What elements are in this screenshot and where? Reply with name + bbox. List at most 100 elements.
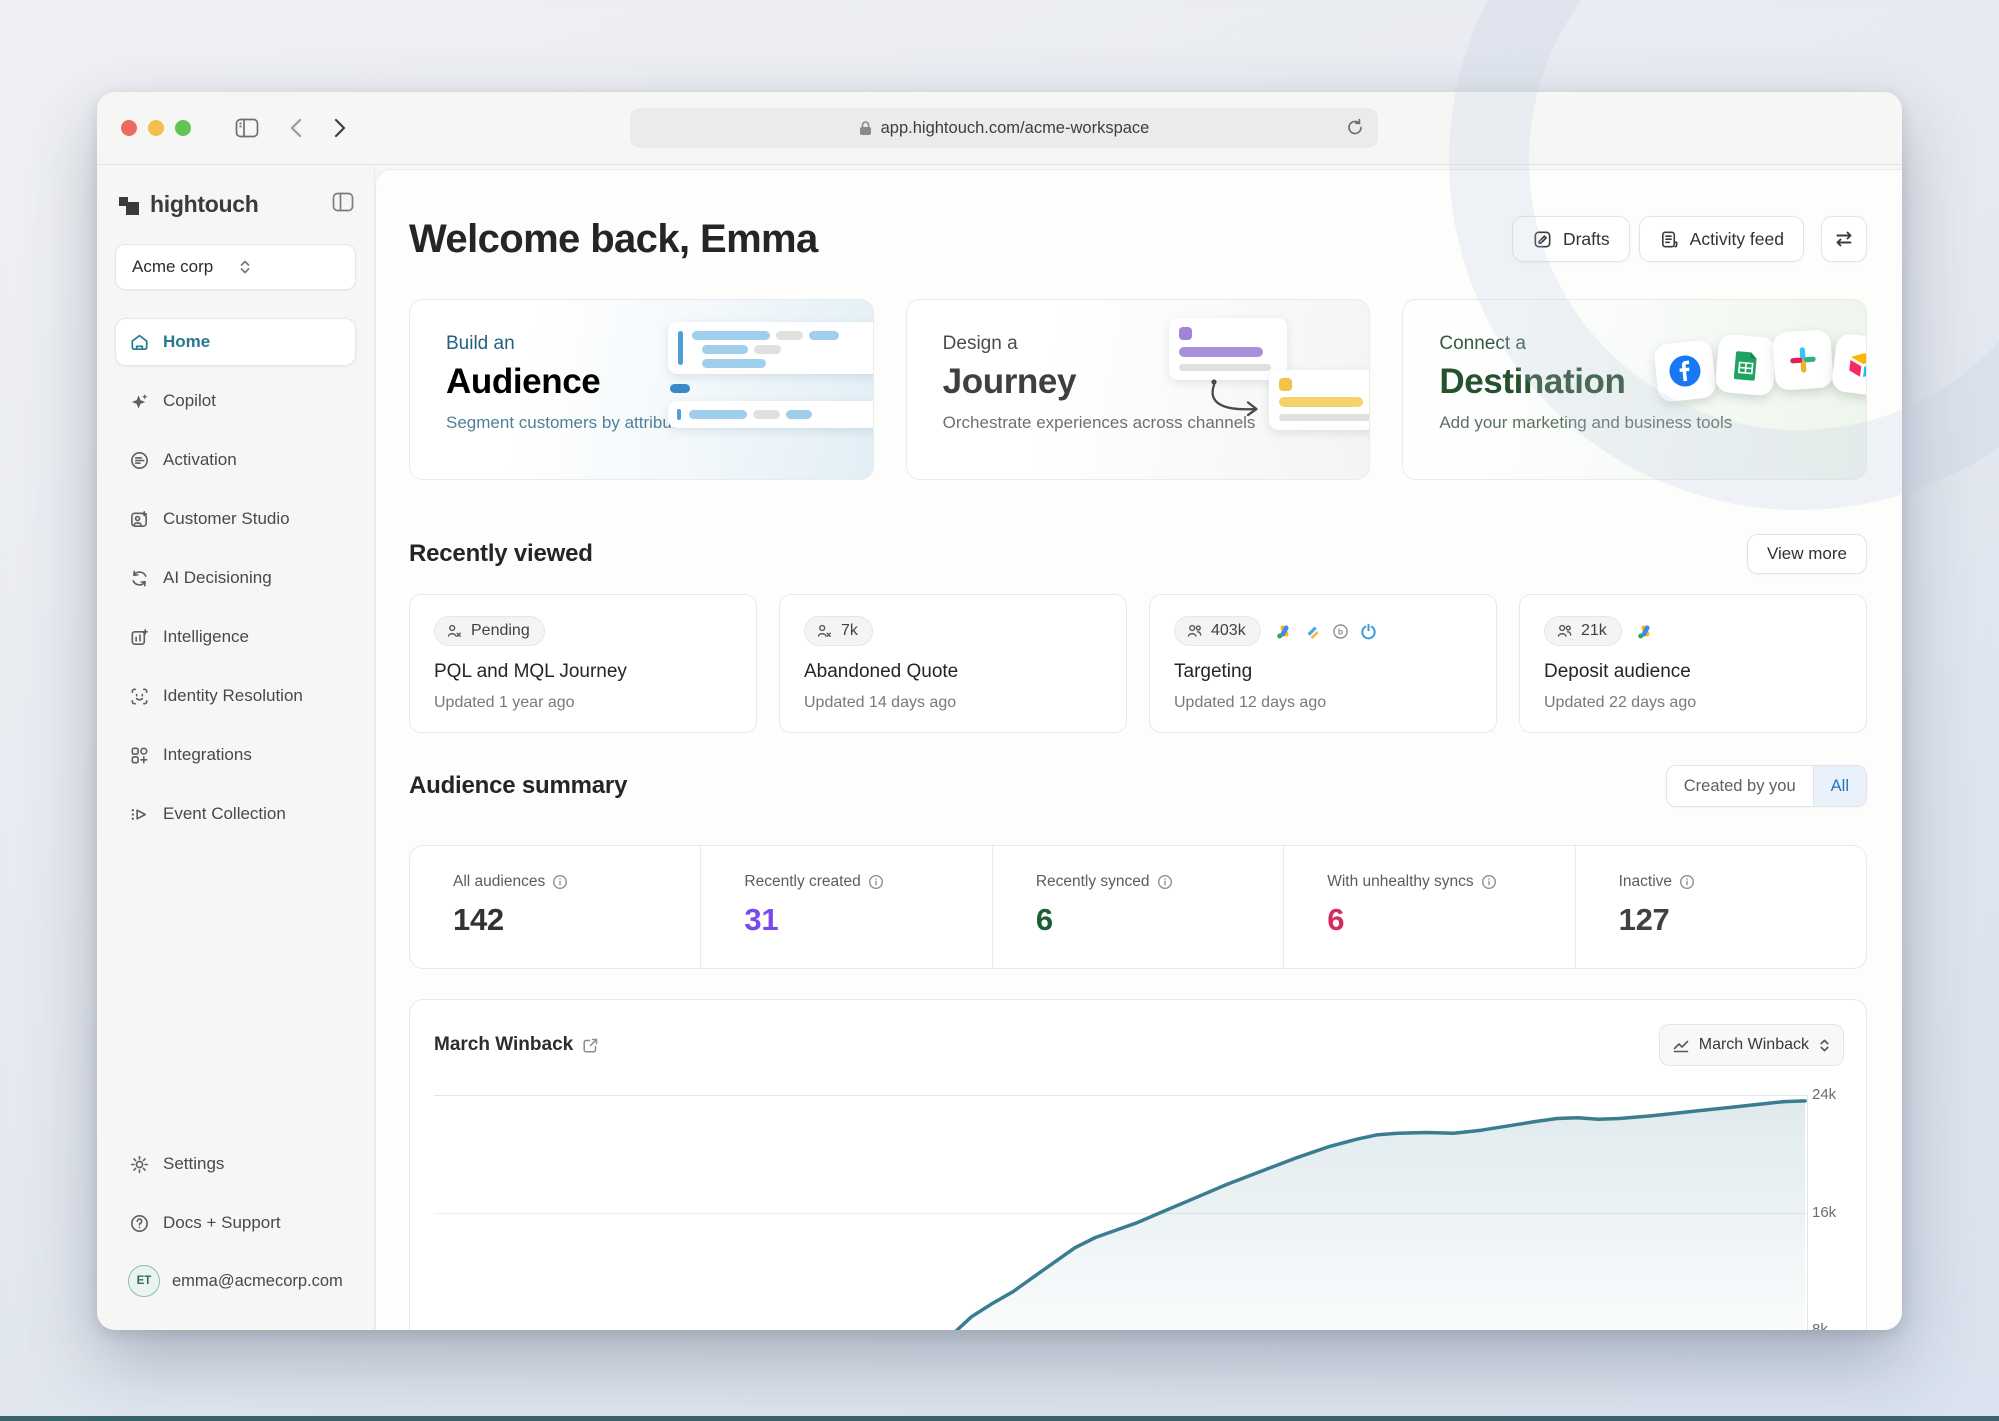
view-more-button[interactable]: View more — [1747, 534, 1867, 574]
sidebar-item-docs-support[interactable]: Docs + Support — [115, 1199, 356, 1247]
stat-recently-created: Recently created 31 — [700, 846, 991, 968]
avatar: ET — [128, 1265, 160, 1297]
sidebar-item-customer-studio[interactable]: Customer Studio — [115, 495, 356, 543]
drafts-label: Drafts — [1563, 229, 1610, 250]
section-title: Audience summary — [409, 772, 627, 800]
sidebar-item-activation[interactable]: Activation — [115, 436, 356, 484]
app-root: hightouch Acme corp Home Copilot — [97, 165, 1902, 1330]
browser-sidebar-toggle-icon[interactable] — [235, 118, 259, 138]
reload-icon[interactable] — [1346, 118, 1364, 142]
info-icon[interactable] — [552, 874, 568, 890]
recent-card-updated: Updated 22 days ago — [1544, 694, 1842, 712]
info-icon[interactable] — [1481, 874, 1497, 890]
sidebar-item-settings[interactable]: Settings — [115, 1140, 356, 1188]
build-audience-card[interactable]: Build an Audience Segment customers by a… — [409, 299, 874, 480]
y-tick-16k: 16k — [1812, 1204, 1852, 1221]
identity-resolution-icon — [129, 686, 150, 707]
main-content: Welcome back, Emma Drafts Activity feed — [375, 169, 1902, 1330]
info-icon[interactable] — [1157, 874, 1173, 890]
recent-card-updated: Updated 1 year ago — [434, 694, 732, 712]
google-sheets-icon — [1715, 334, 1778, 397]
activity-feed-label: Activity feed — [1690, 229, 1784, 250]
stat-value: 6 — [1327, 902, 1574, 938]
audience-summary-panel: All audiences 142 Recently created 31 Re… — [409, 845, 1867, 969]
forward-button[interactable] — [333, 117, 347, 139]
iterable-icon — [1304, 623, 1321, 640]
power-circle-icon — [1360, 623, 1377, 640]
status-badge: Pending — [434, 616, 545, 646]
badge-label: 403k — [1211, 622, 1246, 640]
page-header: Welcome back, Emma Drafts Activity feed — [409, 214, 1867, 264]
promo-cards: Build an Audience Segment customers by a… — [409, 299, 1867, 480]
recent-card-title: Targeting — [1174, 661, 1472, 683]
stat-label: With unhealthy syncs — [1327, 873, 1473, 891]
sidebar-item-home[interactable]: Home — [115, 318, 356, 366]
account-email: emma@acmecorp.com — [172, 1272, 343, 1291]
design-journey-card[interactable]: Design a Journey Orchestrate experiences… — [906, 299, 1371, 480]
audience-people-icon — [1186, 623, 1203, 639]
account-menu[interactable]: ET emma@acmecorp.com — [115, 1258, 356, 1304]
chart-title: March Winback — [434, 1034, 573, 1056]
recent-card-abandoned-quote[interactable]: 7k Abandoned Quote Updated 14 days ago — [779, 594, 1127, 733]
drafts-button[interactable]: Drafts — [1512, 216, 1630, 262]
google-ads-icon — [1637, 623, 1654, 640]
activity-feed-button[interactable]: Activity feed — [1639, 216, 1804, 262]
sidebar-item-label: Activation — [163, 450, 237, 470]
audience-people-icon — [816, 623, 833, 639]
line-chart-icon — [1672, 1036, 1690, 1054]
stat-all-audiences: All audiences 142 — [410, 846, 700, 968]
destination-icons: b — [1276, 623, 1377, 640]
toggle-all[interactable]: All — [1813, 766, 1866, 806]
info-icon[interactable] — [868, 874, 884, 890]
sidebar-item-intelligence[interactable]: Intelligence — [115, 613, 356, 661]
stat-recently-synced: Recently synced 6 — [992, 846, 1283, 968]
connect-destination-card[interactable]: Connect a Destination Add your marketing… — [1402, 299, 1867, 480]
sidebar-item-event-collection[interactable]: Event Collection — [115, 790, 356, 838]
activity-feed-icon — [1659, 229, 1680, 250]
sidebar-item-integrations[interactable]: Integrations — [115, 731, 356, 779]
sidebar-item-label: Home — [163, 332, 210, 352]
recent-card-updated: Updated 14 days ago — [804, 694, 1102, 712]
recent-card-pql-mql-journey[interactable]: Pending PQL and MQL Journey Updated 1 ye… — [409, 594, 757, 733]
badge-label: 21k — [1581, 622, 1607, 640]
sidebar-item-identity-resolution[interactable]: Identity Resolution — [115, 672, 356, 720]
sidebar: hightouch Acme corp Home Copilot — [97, 165, 375, 1330]
recently-viewed-cards: Pending PQL and MQL Journey Updated 1 ye… — [409, 594, 1867, 733]
desktop-bottom-strip — [0, 1416, 1999, 1421]
stat-label: Inactive — [1619, 873, 1672, 891]
sidebar-item-label: Event Collection — [163, 804, 286, 824]
stat-value: 127 — [1619, 902, 1866, 938]
sidebar-item-label: Settings — [163, 1154, 224, 1174]
sidebar-item-copilot[interactable]: Copilot — [115, 377, 356, 425]
recent-card-title: PQL and MQL Journey — [434, 661, 732, 683]
address-bar[interactable]: app.hightouch.com/acme-workspace — [630, 108, 1378, 148]
recent-card-deposit-audience[interactable]: 21k Deposit audience Updated 22 days ago — [1519, 594, 1867, 733]
stat-value: 142 — [453, 902, 700, 938]
sidebar-item-ai-decisioning[interactable]: AI Decisioning — [115, 554, 356, 602]
back-button[interactable] — [289, 117, 303, 139]
airtable-icon — [1831, 333, 1867, 398]
destination-icons — [1637, 623, 1654, 640]
chevron-updown-icon — [238, 258, 344, 276]
toggle-created-by-you[interactable]: Created by you — [1667, 766, 1813, 806]
view-more-label: View more — [1767, 544, 1847, 564]
recent-card-targeting[interactable]: 403k b Targeting Updated 12 days ago — [1149, 594, 1497, 733]
sidebar-item-label: Docs + Support — [163, 1213, 281, 1233]
workspace-selector[interactable]: Acme corp — [115, 244, 356, 290]
minimize-window-button[interactable] — [148, 120, 164, 136]
hightouch-logo-icon — [119, 194, 141, 216]
page-title: Welcome back, Emma — [409, 217, 818, 262]
chart-audience-selector[interactable]: March Winback — [1659, 1024, 1844, 1066]
recent-card-title: Deposit audience — [1544, 661, 1842, 683]
sidebar-collapse-icon[interactable] — [332, 192, 354, 217]
switch-workspace-button[interactable] — [1821, 216, 1867, 262]
external-link-icon[interactable] — [582, 1037, 599, 1054]
close-window-button[interactable] — [121, 120, 137, 136]
promo-subtitle: Add your marketing and business tools — [1439, 413, 1866, 433]
zoom-window-button[interactable] — [175, 120, 191, 136]
gear-icon — [129, 1154, 150, 1175]
sidebar-item-label: Intelligence — [163, 627, 249, 647]
y-tick-8k: 8k — [1812, 1321, 1852, 1330]
logo-text: hightouch — [150, 191, 332, 218]
info-icon[interactable] — [1679, 874, 1695, 890]
